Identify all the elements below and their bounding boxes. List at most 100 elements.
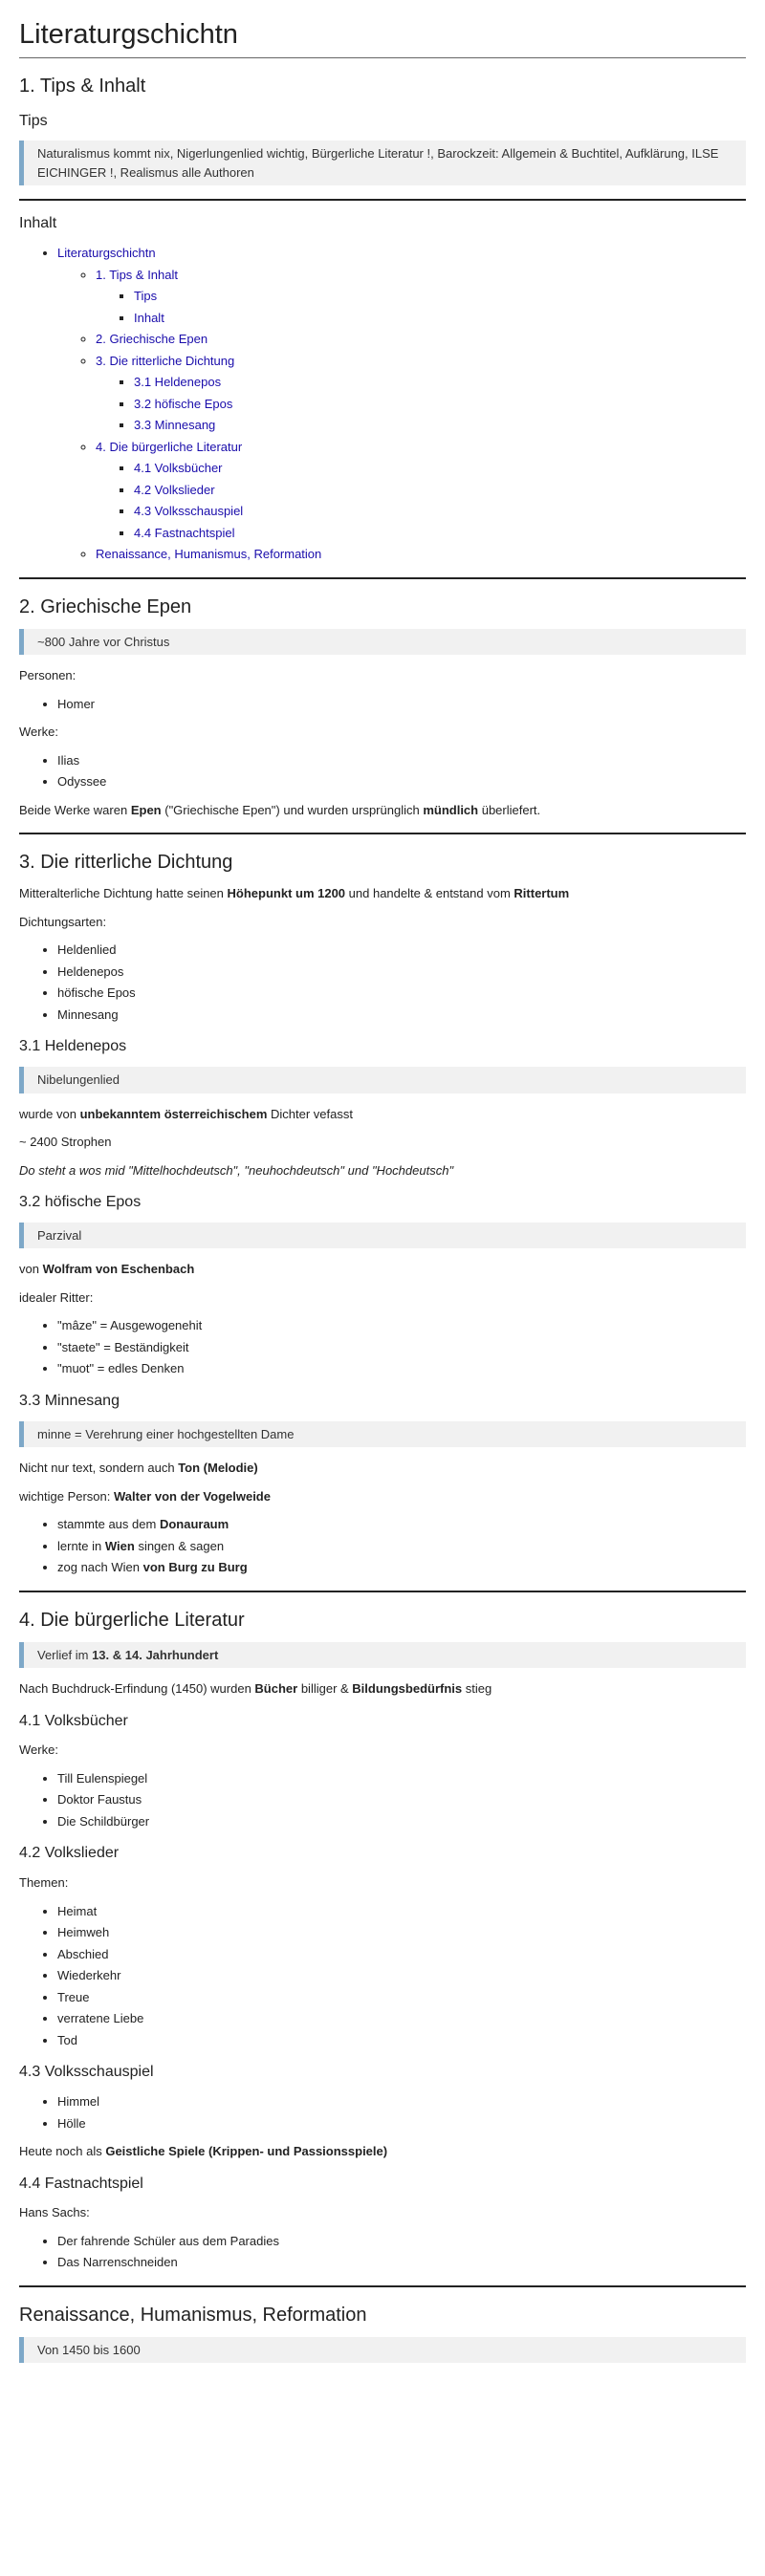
list-item: Homer: [57, 695, 746, 714]
list-item: Minnesang: [57, 1006, 746, 1025]
toc-link-volksbuecher[interactable]: 4.1 Volksbücher: [134, 461, 223, 475]
subheading-minnesang: 3.3 Minnesang: [19, 1392, 120, 1409]
bold-text: Rittertum: [514, 886, 570, 901]
volkslieder-list: Heimat Heimweh Abschied Wiederkehr Treue…: [19, 1902, 746, 2050]
toc-link-heldenepos[interactable]: 3.1 Heldenepos: [134, 375, 221, 389]
list-item: "staete" = Beständigkeit: [57, 1338, 746, 1357]
toc-link-buergerliche-literatur[interactable]: 4. Die bürgerliche Literatur: [96, 440, 242, 454]
toc-item: 4.1 Volksbücher: [134, 459, 746, 478]
list-item: Der fahrende Schüler aus dem Paradies: [57, 2232, 746, 2251]
subheading-fastnachtspiel: 4.4 Fastnachtspiel: [19, 2175, 143, 2192]
text-span: stieg: [462, 1681, 492, 1697]
subheading-tips: Tips: [19, 112, 48, 129]
toc-link-minnesang[interactable]: 3.3 Minnesang: [134, 418, 215, 432]
toc-link-tips-inhalt[interactable]: 1. Tips & Inhalt: [96, 268, 178, 282]
heldenepos-callout: Nibelungenlied: [19, 1067, 746, 1093]
toc-item: 3. Die ritterliche Dichtung 3.1 Heldenep…: [96, 352, 746, 435]
text-span: zog nach Wien: [57, 1560, 143, 1575]
tips-text: Naturalismus kommt nix, Nigerlungenlied …: [37, 146, 719, 180]
divider: [19, 833, 746, 835]
toc-link-renaissance[interactable]: Renaissance, Humanismus, Reformation: [96, 547, 321, 561]
list-item: stammte aus dem Donauraum: [57, 1515, 746, 1534]
list-item: Hölle: [57, 2114, 746, 2133]
list-item: Odyssee: [57, 772, 746, 791]
callout-text: Parzival: [37, 1227, 82, 1243]
author-line: von Wolfram von Eschenbach: [19, 1260, 746, 1279]
divider: [19, 2284, 746, 2287]
ritter-list: "mâze" = Ausgewogenehit "staete" = Bestä…: [19, 1316, 746, 1378]
toc-link-volkslieder[interactable]: 4.2 Volkslieder: [134, 483, 215, 497]
bold-text: mündlich: [423, 802, 479, 817]
text-span: Beide Werke waren: [19, 802, 131, 817]
dichtungsarten-list: Heldenlied Heldenepos höfische Epos Minn…: [19, 941, 746, 1024]
list-item: Heimat: [57, 1902, 746, 1921]
strophen-line: ~ 2400 Strophen: [19, 1135, 112, 1150]
renaissance-callout: Von 1450 bis 1600: [19, 2336, 746, 2364]
subheading-heldenepos: 3.1 Heldenepos: [19, 1038, 127, 1055]
list-item: Heldenlied: [57, 941, 746, 960]
volksbuecher-list: Till Eulenspiegel Doktor Faustus Die Sch…: [19, 1769, 746, 1831]
bold-text: Epen: [130, 802, 162, 817]
toc-item: 4. Die bürgerliche Literatur 4.1 Volksbü…: [96, 438, 746, 543]
toc-item: Tips: [134, 287, 746, 306]
heldenepos-line: wurde von unbekanntem österreichischem D…: [19, 1105, 746, 1124]
page-title: Literaturgschichtn: [19, 17, 746, 58]
list-item: Heimweh: [57, 1923, 746, 1942]
subheading-hoefische-epos: 3.2 höfische Epos: [19, 1194, 142, 1211]
person-line: wichtige Person: Walter von der Vogelwei…: [19, 1487, 746, 1506]
text-span: von: [19, 1262, 43, 1277]
toc-link-hoefische-epos[interactable]: 3.2 höfische Epos: [134, 397, 232, 411]
hans-sachs-label: Hans Sachs:: [19, 2205, 90, 2220]
toc-link-root[interactable]: Literaturgschichtn: [57, 246, 156, 260]
text-span: lernte in: [57, 1538, 105, 1553]
personen-label: Personen:: [19, 668, 76, 683]
subheading-volksschauspiel: 4.3 Volksschauspiel: [19, 2064, 154, 2081]
section-heading-tips-inhalt: 1. Tips & Inhalt: [19, 75, 146, 97]
section-heading-ritterliche-dichtung: 3. Die ritterliche Dichtung: [19, 852, 233, 874]
toc-item: 1. Tips & Inhalt Tips Inhalt: [96, 266, 746, 328]
list-item: Treue: [57, 1988, 746, 2007]
toc-item: Renaissance, Humanismus, Reformation: [96, 545, 746, 564]
toc-link-volksschauspiel[interactable]: 4.3 Volksschauspiel: [134, 504, 243, 518]
bold-text: Wien: [104, 1538, 135, 1553]
toc-link-inhalt[interactable]: Inhalt: [134, 311, 164, 325]
epen-summary: Beide Werke waren Epen ("Griechische Epe…: [19, 801, 746, 820]
toc-item: Inhalt: [134, 309, 746, 328]
vogelweide-list: stammte aus dem Donauraum lernte in Wien…: [19, 1515, 746, 1577]
toc-link-tips[interactable]: Tips: [134, 289, 157, 303]
document: Literaturgschichtn 1. Tips & Inhalt Tips…: [0, 0, 765, 2364]
bold-text: 13. & 14. Jahrhundert: [92, 1647, 219, 1662]
subheading-volksbuecher: 4.1 Volksbücher: [19, 1712, 128, 1729]
divider: [19, 199, 746, 202]
list-item: "mâze" = Ausgewogenehit: [57, 1316, 746, 1335]
ritter-label: idealer Ritter:: [19, 1289, 94, 1305]
divider: [19, 1590, 746, 1592]
volksschauspiel-list: Himmel Hölle: [19, 2092, 746, 2132]
bold-text: Wolfram von Eschenbach: [42, 1262, 195, 1277]
text-span: singen & sagen: [134, 1538, 225, 1553]
bold-text: Bildungsbedürfnis: [352, 1681, 463, 1697]
toc-item: 2. Griechische Epen: [96, 330, 746, 349]
list-item: lernte in Wien singen & sagen: [57, 1537, 746, 1556]
toc-item: 3.1 Heldenepos: [134, 373, 746, 392]
bold-text: von Burg zu Burg: [142, 1560, 248, 1575]
bold-text: Walter von der Vogelweide: [114, 1488, 271, 1504]
text-span: Nach Buchdruck-Erfindung (1450) wurden: [19, 1681, 255, 1697]
toc-link-fastnachtspiel[interactable]: 4.4 Fastnachtspiel: [134, 526, 235, 540]
callout-text: Nibelungenlied: [37, 1072, 120, 1088]
tips-callout: Naturalismus kommt nix, Nigerlungenlied …: [19, 141, 746, 186]
buergerlich-callout: Verlief im 13. & 14. Jahrhundert: [19, 1641, 746, 1669]
minnesang-line: Nicht nur text, sondern auch Ton (Melodi…: [19, 1459, 746, 1478]
table-of-contents: Literaturgschichtn 1. Tips & Inhalt Tips…: [19, 244, 746, 564]
bold-text: Geistliche Spiele (Krippen- und Passions…: [105, 2144, 388, 2159]
list-item: Tod: [57, 2031, 746, 2050]
toc-link-griechische-epen[interactable]: 2. Griechische Epen: [96, 332, 208, 346]
toc-link-ritterliche-dichtung[interactable]: 3. Die ritterliche Dichtung: [96, 354, 234, 368]
list-item: Heldenepos: [57, 963, 746, 982]
text-span: stammte aus dem: [57, 1517, 160, 1532]
list-item: Abschied: [57, 1945, 746, 1964]
list-item: Doktor Faustus: [57, 1790, 746, 1809]
geistliche-spiele-line: Heute noch als Geistliche Spiele (Krippe…: [19, 2142, 746, 2161]
list-item: Das Narrenschneiden: [57, 2253, 746, 2272]
divider: [19, 576, 746, 579]
